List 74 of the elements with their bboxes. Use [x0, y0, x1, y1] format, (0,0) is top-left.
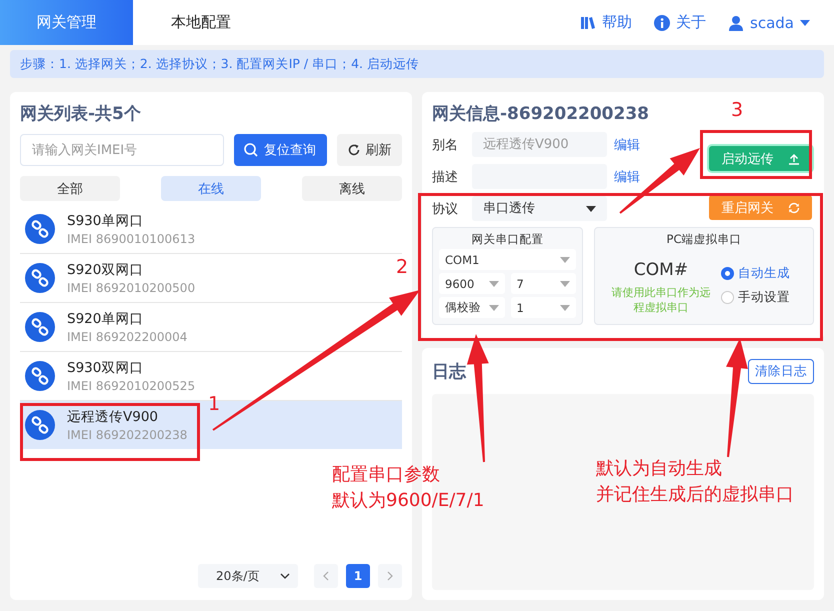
filter-tab[interactable]: 在线	[161, 176, 261, 201]
help-link[interactable]: 帮助	[580, 13, 632, 32]
refresh-icon	[348, 144, 360, 156]
radio-option[interactable]: 手动设置	[721, 288, 790, 306]
select-field[interactable]: 7	[510, 273, 576, 294]
box-title: 网关串口配置	[470, 231, 544, 248]
caret-icon	[586, 206, 596, 212]
link-icon	[25, 263, 55, 293]
filter-tab[interactable]: 全部	[20, 176, 120, 201]
edit-link[interactable]: 编辑	[614, 136, 640, 154]
port-hint: 请使用此串口作为远程虚拟串口	[610, 285, 712, 315]
reset-query-button[interactable]: 复位查询	[234, 134, 327, 166]
caret-icon	[800, 20, 810, 26]
user-icon	[728, 14, 744, 30]
chevron-down-icon	[280, 573, 290, 579]
gateway-imei: IMEI 8690010100613	[67, 232, 196, 246]
gateway-name: S920双网口	[67, 261, 144, 279]
nav-tab[interactable]: 网关管理	[0, 0, 133, 45]
about-link[interactable]: 关于	[654, 13, 706, 32]
link-icon	[25, 312, 55, 342]
filter-tab[interactable]: 离线	[302, 176, 402, 201]
radio-option[interactable]: 自动生成	[721, 264, 790, 282]
field-label: 别名	[432, 136, 459, 154]
select-field[interactable]: 1	[510, 297, 576, 318]
info-icon	[654, 14, 670, 30]
caret-icon	[560, 304, 570, 310]
link-icon	[25, 361, 55, 391]
protocol-select[interactable]: 串口透传	[472, 196, 607, 221]
caret-icon	[560, 280, 570, 286]
page-size-select[interactable]: 20条/页	[198, 564, 298, 588]
field-label: 协议	[432, 200, 459, 218]
gateway-imei: IMEI 869202200238	[67, 428, 188, 442]
edit-link[interactable]: 编辑	[614, 168, 640, 186]
steps-hint: 步骤：1. 选择网关；2. 选择协议；3. 配置网关IP / 串口；4. 启动远传	[10, 50, 824, 78]
upload-icon	[788, 152, 800, 164]
gateway-name: 远程透传V900	[67, 408, 160, 426]
prev-page-button[interactable]	[314, 564, 338, 588]
chevron-right-icon	[387, 571, 393, 581]
book-icon	[580, 14, 596, 30]
field-label: 描述	[432, 168, 459, 186]
page-number[interactable]: 1	[346, 564, 370, 588]
annotation-note: 默认为自动生成	[596, 457, 723, 481]
gateway-item[interactable]: S930单网口 IMEI 8690010100613	[20, 205, 402, 254]
annotation-note: 配置串口参数	[332, 463, 441, 487]
next-page-button[interactable]	[378, 564, 402, 588]
link-icon	[25, 214, 55, 244]
gateway-imei: IMEI 869202200004	[67, 330, 188, 344]
gateway-imei: IMEI 8692010200500	[67, 281, 196, 295]
user-menu[interactable]: scada	[728, 14, 810, 32]
step-number: 3	[731, 100, 744, 120]
refresh-icon	[788, 202, 800, 214]
port-name: COM#	[634, 259, 688, 282]
caret-icon	[488, 280, 498, 286]
link-icon	[25, 410, 55, 440]
search-field[interactable]: 请输入网关IMEI号	[20, 134, 224, 166]
gateway-name: S930双网口	[67, 359, 144, 377]
refresh-button[interactable]: 刷新	[337, 134, 402, 166]
clear-log-button[interactable]: 清除日志	[748, 358, 814, 384]
gateway-name: S920单网口	[67, 310, 144, 328]
panel-title: 网关列表-共5个	[20, 103, 142, 126]
annotation-note: 默认为9600/E/7/1	[332, 489, 484, 513]
panel-title: 日志	[432, 360, 466, 382]
gateway-imei: IMEI 8692010200525	[67, 379, 196, 393]
box-title: PC端虚拟串口	[666, 231, 742, 248]
panel-title: 网关信息-869202200238	[432, 103, 649, 126]
select-field[interactable]: COM1	[439, 249, 576, 270]
gateway-name: S930单网口	[67, 212, 144, 230]
annotation-note: 并记住生成后的虚拟串口	[596, 483, 794, 507]
search-icon	[244, 143, 258, 157]
caret-icon	[488, 304, 498, 310]
caret-icon	[560, 256, 570, 262]
select-field[interactable]: 偶校验	[439, 297, 504, 318]
chevron-left-icon	[323, 571, 329, 581]
select-field[interactable]: 9600	[439, 273, 504, 294]
